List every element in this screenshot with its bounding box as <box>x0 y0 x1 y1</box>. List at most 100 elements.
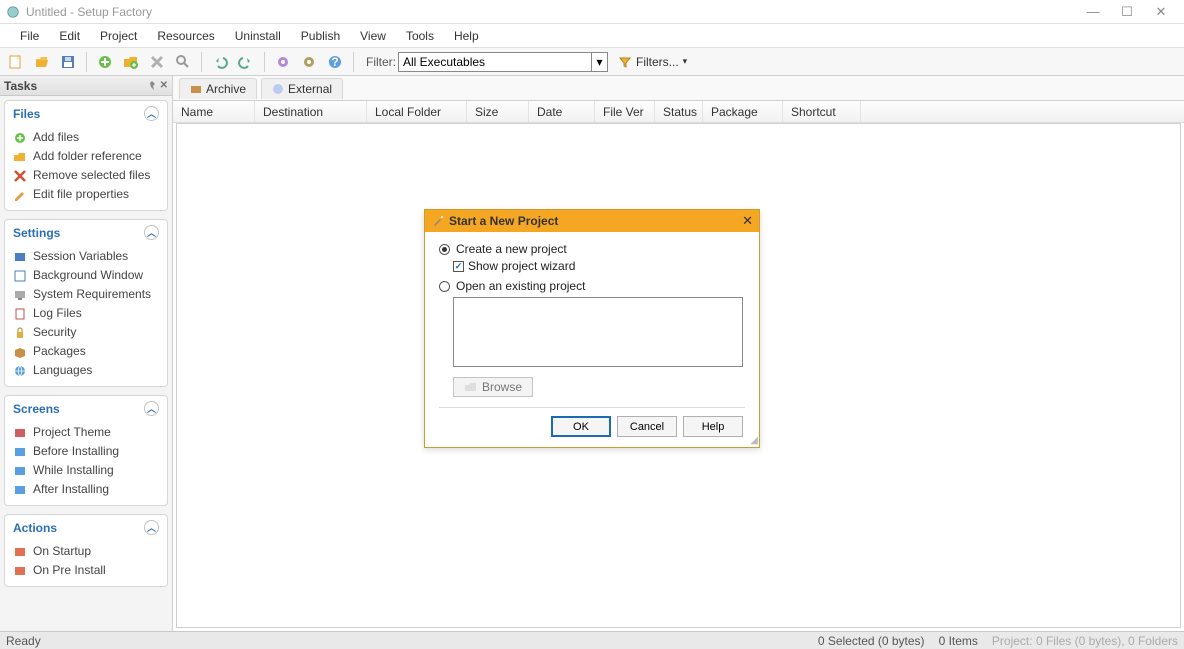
col-shortcut[interactable]: Shortcut <box>783 101 861 122</box>
toolbar: ? Filter: All Executables ▾ Filters... ▾ <box>0 48 1184 76</box>
chevron-up-icon[interactable]: ︿ <box>144 401 159 416</box>
panel-screens: Screens ︿ Project Theme Before Installing… <box>4 395 168 506</box>
menu-edit[interactable]: Edit <box>49 25 90 47</box>
task-session-variables[interactable]: Session Variables <box>13 247 159 266</box>
radio-icon <box>439 281 450 292</box>
chevron-down-icon: ▾ <box>683 56 688 67</box>
add-file-icon[interactable] <box>93 50 117 74</box>
col-local-folder[interactable]: Local Folder <box>367 101 467 122</box>
maximize-button[interactable]: ☐ <box>1110 1 1144 23</box>
dialog-start-new-project: Start a New Project ✕ Create a new proje… <box>424 209 760 448</box>
add-folder-icon[interactable] <box>119 50 143 74</box>
task-after-installing[interactable]: After Installing <box>13 480 159 499</box>
col-size[interactable]: Size <box>467 101 529 122</box>
dialog-title: Start a New Project <box>449 214 558 228</box>
save-icon[interactable] <box>56 50 80 74</box>
menu-project[interactable]: Project <box>90 25 147 47</box>
radio-create-project[interactable]: Create a new project <box>439 242 745 256</box>
ok-button[interactable]: OK <box>551 416 611 437</box>
radio-open-project[interactable]: Open an existing project <box>439 279 745 293</box>
col-date[interactable]: Date <box>529 101 595 122</box>
filter-select[interactable]: All Executables ▾ <box>398 52 608 72</box>
panel-files: Files ︿ Add files Add folder reference Re… <box>4 100 168 211</box>
panel-settings: Settings︿ Session Variables Background W… <box>4 219 168 387</box>
column-headers: Name Destination Local Folder Size Date … <box>173 101 1184 123</box>
filters-button[interactable]: Filters... ▾ <box>618 55 687 69</box>
status-bar: Ready 0 Selected (0 bytes) 0 Items Proje… <box>0 631 1184 649</box>
menu-help[interactable]: Help <box>444 25 489 47</box>
browse-button[interactable]: Browse <box>453 377 533 397</box>
dialog-close-button[interactable]: ✕ <box>742 213 753 229</box>
search-icon[interactable] <box>171 50 195 74</box>
task-while-installing[interactable]: While Installing <box>13 461 159 480</box>
cancel-button[interactable]: Cancel <box>617 416 677 437</box>
task-on-startup[interactable]: On Startup <box>13 542 159 561</box>
menu-bar: File Edit Project Resources Uninstall Pu… <box>0 24 1184 48</box>
chevron-up-icon[interactable]: ︿ <box>144 225 159 240</box>
window-title: Untitled - Setup Factory <box>26 5 152 19</box>
col-status[interactable]: Status <box>655 101 703 122</box>
task-add-folder-reference[interactable]: Add folder reference <box>13 147 159 166</box>
close-window-button[interactable]: ✕ <box>1144 1 1178 23</box>
pin-icon[interactable] <box>146 80 158 92</box>
menu-publish[interactable]: Publish <box>291 25 350 47</box>
tabs-bar: Archive External <box>173 76 1184 101</box>
task-project-theme[interactable]: Project Theme <box>13 423 159 442</box>
title-bar: Untitled - Setup Factory — ☐ ✕ <box>0 0 1184 24</box>
chevron-up-icon[interactable]: ︿ <box>144 520 159 535</box>
gear-icon[interactable] <box>297 50 321 74</box>
minimize-button[interactable]: — <box>1076 1 1110 23</box>
close-panel-icon[interactable]: ✕ <box>160 80 168 92</box>
new-icon[interactable] <box>4 50 28 74</box>
tab-external[interactable]: External <box>261 78 343 99</box>
col-filever[interactable]: File Ver <box>595 101 655 122</box>
panel-screens-title: Screens <box>13 402 60 416</box>
panel-files-title: Files <box>13 107 40 121</box>
task-log-files[interactable]: Log Files <box>13 304 159 323</box>
recent-projects-list[interactable] <box>453 297 743 367</box>
archive-icon <box>190 83 202 95</box>
external-icon <box>272 83 284 95</box>
col-name[interactable]: Name <box>173 101 255 122</box>
checkbox-icon: ✓ <box>453 261 464 272</box>
redo-icon[interactable] <box>234 50 258 74</box>
app-icon <box>6 5 20 19</box>
task-remove-selected[interactable]: Remove selected files <box>13 166 159 185</box>
task-security[interactable]: Security <box>13 323 159 342</box>
task-packages[interactable]: Packages <box>13 342 159 361</box>
task-edit-file-props[interactable]: Edit file properties <box>13 185 159 204</box>
delete-icon[interactable] <box>145 50 169 74</box>
resize-grip[interactable]: ◢ <box>750 436 758 446</box>
help-icon[interactable]: ? <box>323 50 347 74</box>
task-background-window[interactable]: Background Window <box>13 266 159 285</box>
menu-file[interactable]: File <box>10 25 49 47</box>
gear-purple-icon[interactable] <box>271 50 295 74</box>
chevron-up-icon[interactable]: ︿ <box>144 106 159 121</box>
task-before-installing[interactable]: Before Installing <box>13 442 159 461</box>
task-add-files[interactable]: Add files <box>13 128 159 147</box>
task-system-requirements[interactable]: System Requirements <box>13 285 159 304</box>
open-icon[interactable] <box>30 50 54 74</box>
col-package[interactable]: Package <box>703 101 783 122</box>
menu-uninstall[interactable]: Uninstall <box>225 25 291 47</box>
menu-view[interactable]: View <box>350 25 396 47</box>
folder-icon <box>464 380 478 394</box>
menu-tools[interactable]: Tools <box>396 25 444 47</box>
status-ready: Ready <box>6 634 41 648</box>
dialog-titlebar: Start a New Project ✕ <box>425 210 759 232</box>
menu-resources[interactable]: Resources <box>147 25 224 47</box>
undo-icon[interactable] <box>208 50 232 74</box>
filter-value: All Executables <box>403 55 485 69</box>
sidebar-header: Tasks ✕ <box>0 76 172 96</box>
wand-icon <box>431 214 445 228</box>
tab-archive[interactable]: Archive <box>179 78 257 99</box>
col-destination[interactable]: Destination <box>255 101 367 122</box>
task-languages[interactable]: Languages <box>13 361 159 380</box>
status-project: Project: 0 Files (0 bytes), 0 Folders <box>992 634 1178 648</box>
checkbox-show-wizard[interactable]: ✓ Show project wizard <box>453 259 745 273</box>
svg-text:?: ? <box>331 55 338 69</box>
task-on-pre-install[interactable]: On Pre Install <box>13 561 159 580</box>
help-button[interactable]: Help <box>683 416 743 437</box>
status-selected: 0 Selected (0 bytes) <box>818 634 925 648</box>
filters-label: Filters... <box>636 55 679 69</box>
